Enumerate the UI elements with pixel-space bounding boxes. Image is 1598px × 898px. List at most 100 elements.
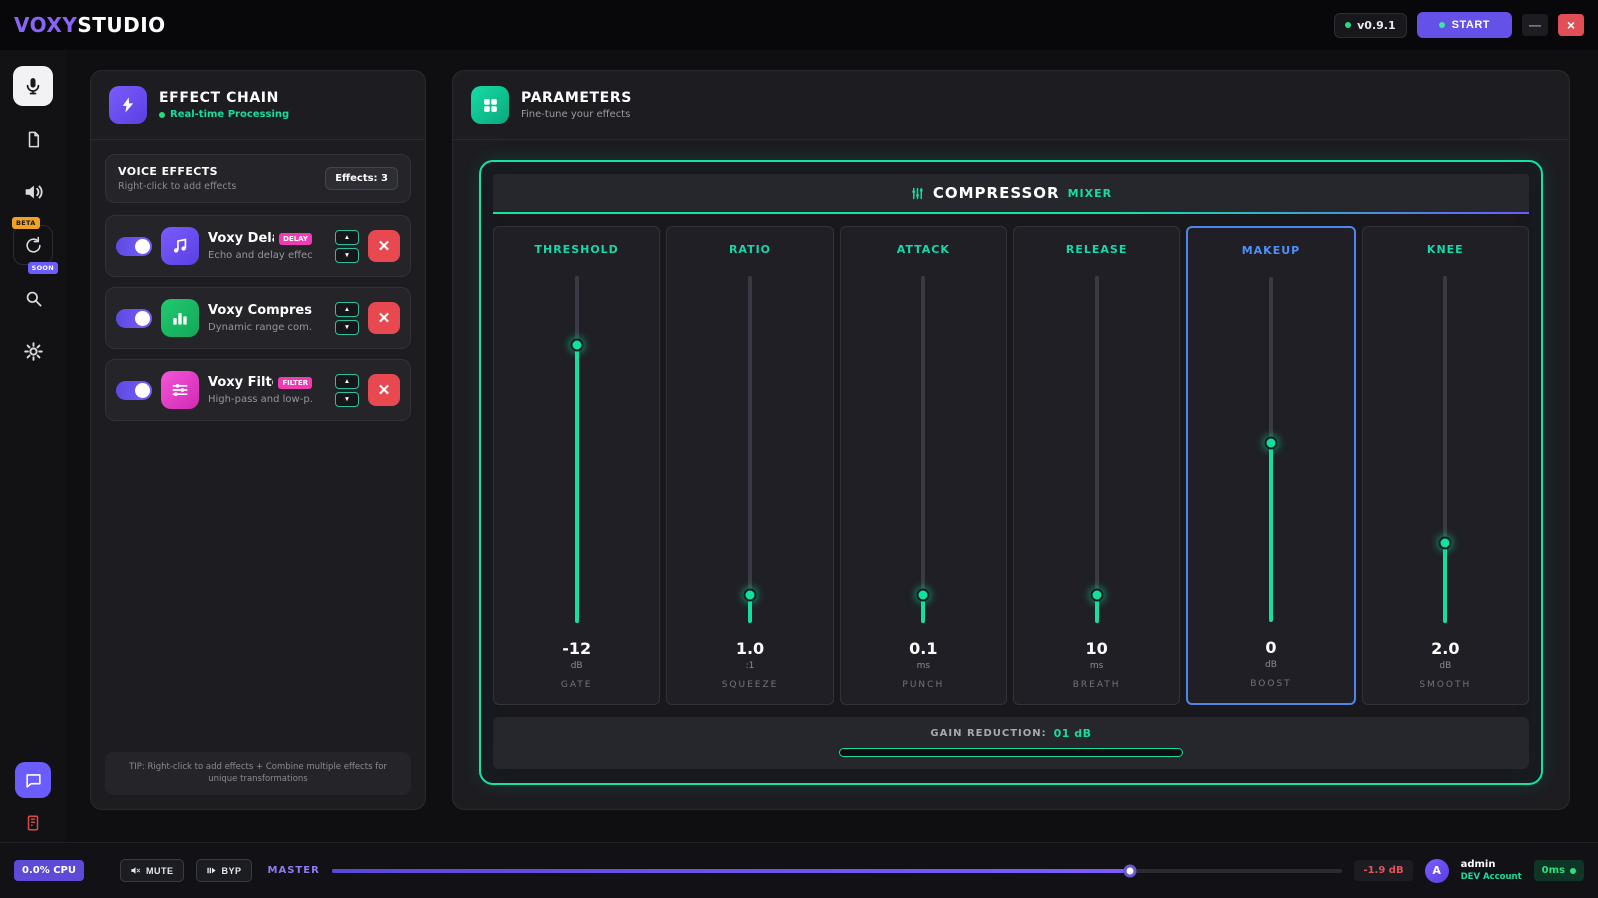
sidebar: BETA SOON: [0, 50, 66, 842]
slider-knob[interactable]: [1090, 589, 1103, 602]
effect-chip: [161, 227, 199, 265]
bypass-label: BYP: [222, 866, 242, 876]
param-label: KNEE: [1427, 243, 1464, 256]
gain-reduction-section: GAIN REDUCTION: 01 dB: [493, 717, 1529, 769]
parameters-title: PARAMETERS: [521, 90, 632, 106]
fader-icon: [910, 186, 925, 201]
speaker-icon: [22, 181, 44, 203]
gain-reduction-value: 01 dB: [1054, 727, 1092, 740]
effect-toggle[interactable]: [116, 237, 152, 256]
slider-track[interactable]: [575, 276, 579, 623]
param-slider-threshold[interactable]: THRESHOLD -12 dB GATE: [493, 226, 660, 705]
master-fill: [332, 869, 1130, 873]
effect-toggle[interactable]: [116, 381, 152, 400]
parameters-subtitle: Fine-tune your effects: [521, 109, 632, 120]
gear-icon: [23, 341, 44, 362]
avatar[interactable]: A: [1425, 859, 1449, 883]
effect-chip: [161, 371, 199, 409]
effect-item-voxy-filter[interactable]: Voxy Filter FILTER High-pass and low-p..…: [105, 359, 411, 421]
param-sublabel: SQUEEZE: [722, 680, 779, 690]
move-down-button[interactable]: ▼: [335, 392, 359, 407]
user-role: DEV Account: [1461, 872, 1522, 882]
remove-effect-button[interactable]: ✕: [368, 302, 400, 334]
parameters-panel: PARAMETERS Fine-tune your effects COMPR: [452, 70, 1570, 810]
param-slider-knee[interactable]: KNEE 2.0 dB SMOOTH: [1362, 226, 1529, 705]
param-unit: ms: [1090, 661, 1103, 671]
minimize-button[interactable]: —: [1522, 14, 1548, 36]
param-value: -12: [562, 639, 591, 658]
start-button[interactable]: START: [1417, 12, 1512, 38]
param-value: 10: [1086, 639, 1108, 658]
slider-track-area[interactable]: [849, 270, 998, 629]
music-note-icon: [170, 236, 190, 256]
slider-knob[interactable]: [743, 589, 756, 602]
effect-description: Dynamic range com...: [208, 322, 312, 333]
effect-name: Voxy Filter: [208, 375, 273, 390]
move-down-button[interactable]: ▼: [335, 248, 359, 263]
beta-badge: BETA: [12, 217, 40, 229]
param-slider-attack[interactable]: ATTACK 0.1 ms PUNCH: [840, 226, 1007, 705]
sidebar-item-sync[interactable]: BETA SOON: [13, 225, 53, 265]
microphone-icon: [23, 76, 43, 96]
start-label: START: [1452, 19, 1490, 31]
bypass-button[interactable]: BYP: [196, 859, 252, 882]
latency-dot-icon: [1570, 868, 1576, 874]
sidebar-item-settings[interactable]: [13, 331, 53, 371]
sidebar-item-audio[interactable]: [13, 172, 53, 212]
close-button[interactable]: ×: [1558, 14, 1584, 36]
remove-effect-button[interactable]: ✕: [368, 230, 400, 262]
cpu-usage-badge: 0.0% CPU: [14, 860, 84, 881]
slider-track-area[interactable]: [1371, 270, 1520, 629]
slider-track-area[interactable]: [1196, 271, 1345, 628]
slider-track[interactable]: [1269, 277, 1273, 622]
slider-track-area[interactable]: [675, 270, 824, 629]
slider-track[interactable]: [1443, 276, 1447, 623]
param-value: 1.0: [736, 639, 764, 658]
param-slider-release[interactable]: RELEASE 10 ms BREATH: [1013, 226, 1180, 705]
logo-voxy: VOXY: [14, 13, 77, 37]
compressor-title: COMPRESSOR: [933, 184, 1060, 202]
effects-count-badge: Effects: 3: [325, 167, 398, 190]
slider-fill: [1269, 443, 1273, 622]
slider-track-area[interactable]: [502, 270, 651, 629]
slider-track[interactable]: [748, 276, 752, 623]
slider-knob[interactable]: [1264, 436, 1277, 449]
sidebar-item-search[interactable]: [13, 278, 53, 318]
slider-track[interactable]: [1095, 276, 1099, 623]
bypass-icon: [206, 865, 217, 876]
library-button[interactable]: [24, 814, 42, 832]
processing-label: Real-time Processing: [170, 109, 289, 120]
move-up-button[interactable]: ▲: [335, 230, 359, 245]
sidebar-item-microphone[interactable]: [13, 66, 53, 106]
param-sublabel: SMOOTH: [1419, 680, 1471, 690]
slider-knob[interactable]: [1439, 537, 1452, 550]
param-sublabel: GATE: [561, 680, 593, 690]
slider-knob[interactable]: [570, 339, 583, 352]
param-slider-ratio[interactable]: RATIO 1.0 :1 SQUEEZE: [666, 226, 833, 705]
slider-knob[interactable]: [917, 589, 930, 602]
app-logo: VOXYSTUDIO: [14, 13, 166, 37]
sidebar-item-files[interactable]: [13, 119, 53, 159]
param-unit: dB: [1439, 661, 1451, 671]
effect-item-voxy-delay[interactable]: Voxy Delay DELAY Echo and delay effects …: [105, 215, 411, 277]
slider-track[interactable]: [921, 276, 925, 623]
param-label: THRESHOLD: [535, 243, 619, 256]
mute-button[interactable]: MUTE: [120, 859, 184, 882]
param-value: 0.1: [909, 639, 937, 658]
remove-effect-button[interactable]: ✕: [368, 374, 400, 406]
effect-toggle[interactable]: [116, 309, 152, 328]
param-slider-makeup[interactable]: MAKEUP 0 dB BOOST: [1186, 226, 1355, 705]
gain-reduction-label: GAIN REDUCTION:: [930, 728, 1046, 739]
latency-badge: 0ms: [1534, 860, 1584, 881]
effect-item-voxy-compressor[interactable]: Voxy Compressor Dynamic range com... ▲ ▼…: [105, 287, 411, 349]
slider-track-area[interactable]: [1022, 270, 1171, 629]
master-knob[interactable]: [1124, 864, 1137, 877]
chat-icon: [24, 771, 43, 790]
chat-button[interactable]: [15, 762, 51, 798]
grid-icon: [481, 96, 500, 115]
move-up-button[interactable]: ▲: [335, 374, 359, 389]
master-slider[interactable]: [332, 863, 1343, 879]
voice-effects-section[interactable]: VOICE EFFECTS Right-click to add effects…: [105, 154, 411, 203]
move-down-button[interactable]: ▼: [335, 320, 359, 335]
move-up-button[interactable]: ▲: [335, 302, 359, 317]
